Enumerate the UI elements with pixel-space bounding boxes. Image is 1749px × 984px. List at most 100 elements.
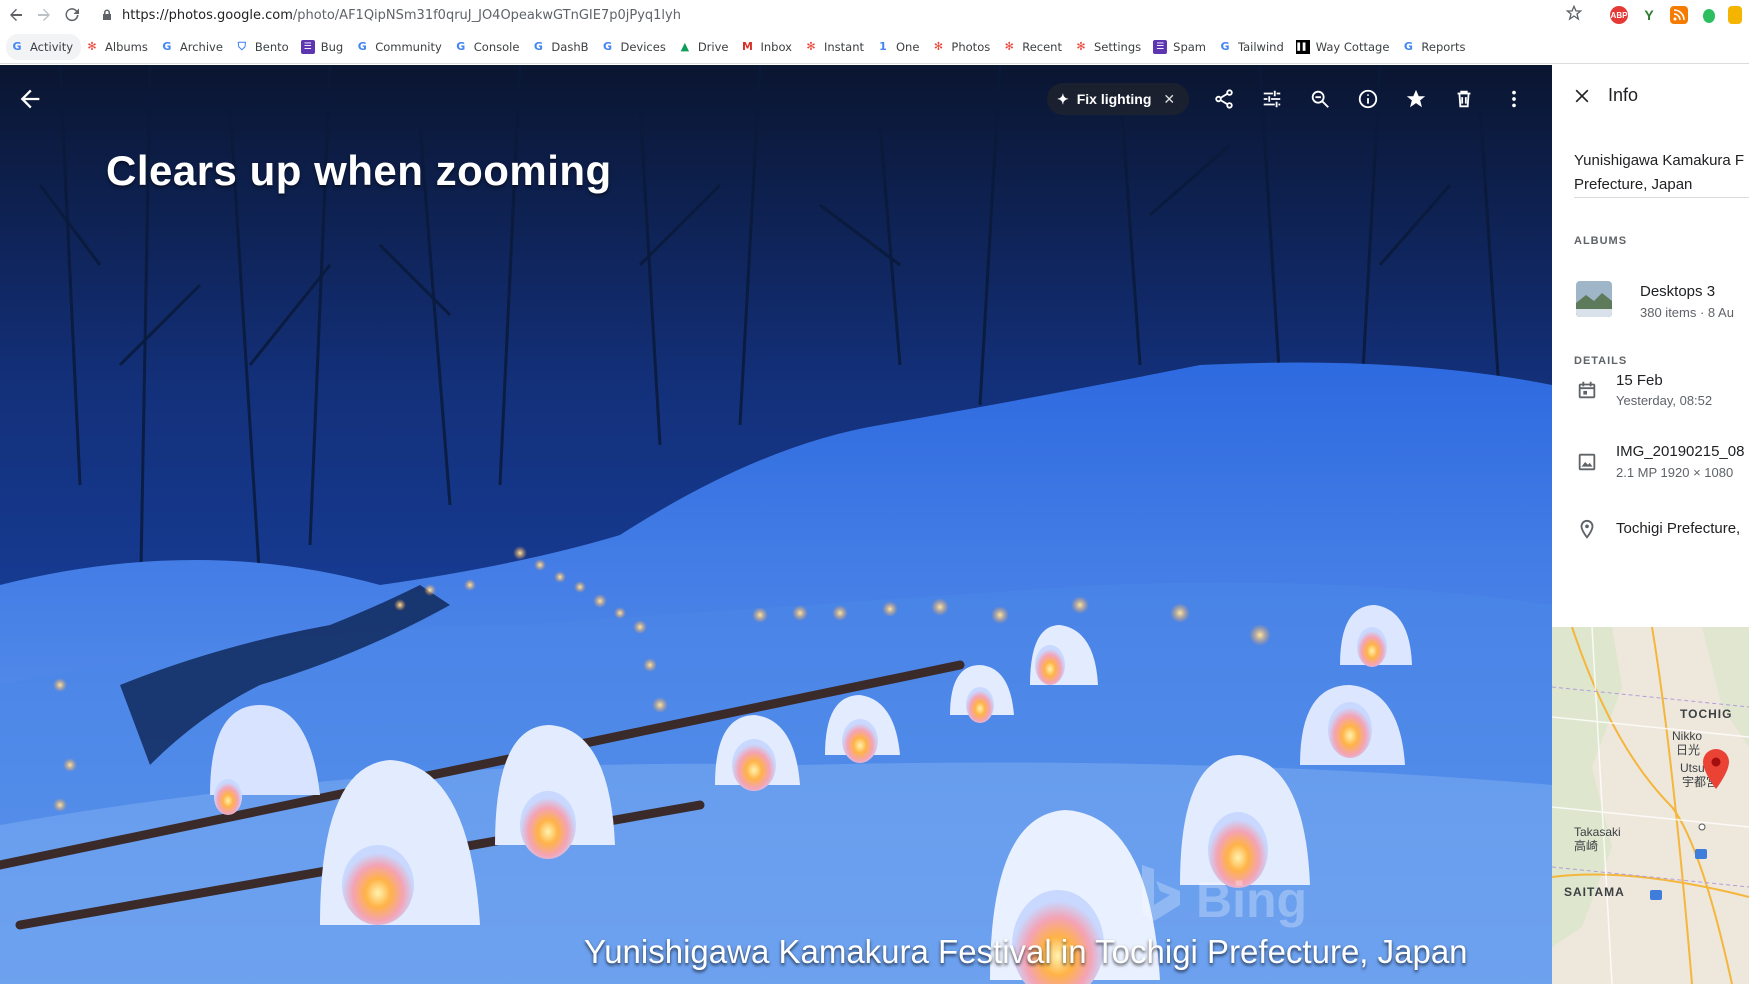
bookmark-bento[interactable]: ⛉ Bento [231,34,297,60]
bing-watermark: Bing [1196,872,1308,928]
more-options-button[interactable] [1500,85,1528,113]
description-line-2: Prefecture, Japan [1574,176,1693,193]
bookmark-settings[interactable]: ✻ Settings [1070,34,1149,60]
lock-icon [103,9,111,20]
festival-photo[interactable] [0,65,1552,984]
extension-icon[interactable] [1728,6,1742,24]
file-name: IMG_20190215_08 [1616,443,1745,460]
photos-pinwheel-icon: ✻ [1076,40,1086,53]
bookmark-spam[interactable]: ☰ Spam [1149,34,1214,60]
google-g-icon: G [1403,40,1413,53]
map-tiles [1552,627,1749,984]
description-field[interactable]: Yunishigawa Kamakura F Prefecture, Japan [1574,149,1749,197]
bookmark-label: Console [473,39,520,54]
google-g-icon: G [12,40,22,53]
location-value[interactable]: Tochigi Prefecture, [1616,520,1740,537]
bookmark-label: Drive [697,39,729,54]
zoom-icon [1311,90,1329,108]
location-map[interactable]: TOCHIG Nikko 日光 Utsu 宇都宮 Takasaki 高崎 SAI… [1552,627,1749,984]
back-button[interactable] [4,3,28,27]
bookmark-dashb[interactable]: G DashB [527,34,596,60]
bookmark-devices[interactable]: G Devices [597,34,674,60]
bookmark-label: Devices [620,39,666,54]
fix-lighting-chip[interactable]: ✦ Fix lighting ✕ [1047,83,1189,115]
bookmark-inbox[interactable]: M Inbox [737,34,800,60]
shield-icon: ⛉ [237,39,247,53]
url-path: /photo/AF1QipNSm31f0qruJ_JO4OpeakwGTnGIE… [292,7,681,23]
more-vert-icon [1512,90,1516,108]
close-icon[interactable] [1572,86,1592,106]
google-g-icon: G [357,40,367,53]
bookmark-albums[interactable]: ✻ Albums [81,34,156,60]
bars-black-icon: ▌▌ [1295,39,1310,54]
delete-button[interactable] [1450,85,1478,113]
google-g-icon: G [456,40,466,53]
photo-viewer: Clears up when zooming Bing Yunishigawa … [0,65,1552,984]
caption-top: Clears up when zooming [106,147,612,194]
bookmark-label: Activity [30,39,74,54]
google-g-icon: G [533,40,543,53]
map-label-takasaki-jp: 高崎 [1574,839,1599,853]
back-arrow-icon [20,89,40,109]
bookmark-archive[interactable]: G Archive [156,34,231,60]
info-title: Info [1608,85,1639,105]
bookmark-console[interactable]: G Console [450,34,528,60]
bookmark-label: DashB [551,39,589,54]
album-name[interactable]: Desktops 3 [1640,283,1715,300]
bookmark-reports[interactable]: G Reports [1397,34,1473,60]
date-value[interactable]: 15 Feb [1616,372,1663,389]
bookmark-tailwind[interactable]: G Tailwind [1214,34,1292,60]
back-arrow-icon [10,8,22,21]
info-header: Info [1572,85,1638,106]
evernote-extension-icon[interactable] [1700,6,1718,24]
list-box-icon: ☰ [1153,39,1168,54]
rss-extension-icon[interactable] [1670,6,1688,24]
bookmark-label: Bento [254,39,289,54]
star-icon [1406,89,1426,108]
share-button[interactable] [1210,85,1238,113]
reload-button[interactable] [60,3,84,27]
bookmark-label: Reports [1421,39,1466,54]
adblock-extension-icon[interactable]: ABP [1610,6,1628,24]
rss-icon [1673,9,1685,21]
map-marker-icon [1703,749,1729,789]
bookmark-photos[interactable]: ✻ Photos [927,34,998,60]
list-box-icon: ☰ [300,39,315,54]
forward-button[interactable] [32,3,56,27]
share-icon [1215,89,1233,109]
close-viewer-button[interactable] [16,85,44,113]
map-label-saitama: SAITAMA [1564,885,1625,899]
address-bar[interactable]: https://photos.google.com/photo/AF1QipNS… [100,3,1620,27]
bookmark-activity[interactable]: G Activity [6,33,82,60]
map-label-region: TOCHIG [1680,707,1733,721]
favorite-button[interactable] [1402,85,1430,113]
fix-lighting-label: Fix lighting [1076,91,1152,107]
bookmark-community[interactable]: G Community [351,34,450,60]
sparkle-icon: ✦ [1057,90,1069,107]
info-button[interactable] [1354,85,1382,113]
bookmark-bug[interactable]: ☰ Bug [297,34,351,60]
zoom-button[interactable] [1306,85,1334,113]
reload-icon [65,8,79,22]
info-panel: Info Yunishigawa Kamakura F Prefecture, … [1552,65,1749,984]
elephant-icon [1703,9,1715,23]
album-thumbnail[interactable] [1576,281,1612,317]
url-host: https://photos.google.com [122,7,293,23]
caption-bottom: Yunishigawa Kamakura Festival in Tochigi… [584,933,1468,970]
album-meta: 380 items · 8 Au [1640,305,1734,320]
bookmark-label: Bug [320,39,344,54]
bookmark-label: One [896,39,920,54]
edit-button[interactable] [1258,85,1286,113]
bookmark-label: Way Cottage [1315,39,1390,54]
bookmark-recent[interactable]: ✻ Recent [998,34,1070,60]
google-one-icon: 1 [879,40,887,53]
antenna-extension-icon[interactable]: Y [1640,6,1658,24]
file-meta: 2.1 MP 1920 × 1080 [1616,465,1734,480]
bookmark-one[interactable]: 1 One [872,34,927,60]
bookmark-instant[interactable]: ✻ Instant [800,34,872,60]
bookmark-way-cottage[interactable]: ▌▌ Way Cottage [1292,34,1398,60]
dismiss-icon[interactable]: ✕ [1163,91,1175,108]
bookmark-drive[interactable]: ▲ Drive [674,34,737,60]
bookmark-star-icon[interactable] [1566,5,1582,21]
bookmark-label: Albums [105,39,148,54]
